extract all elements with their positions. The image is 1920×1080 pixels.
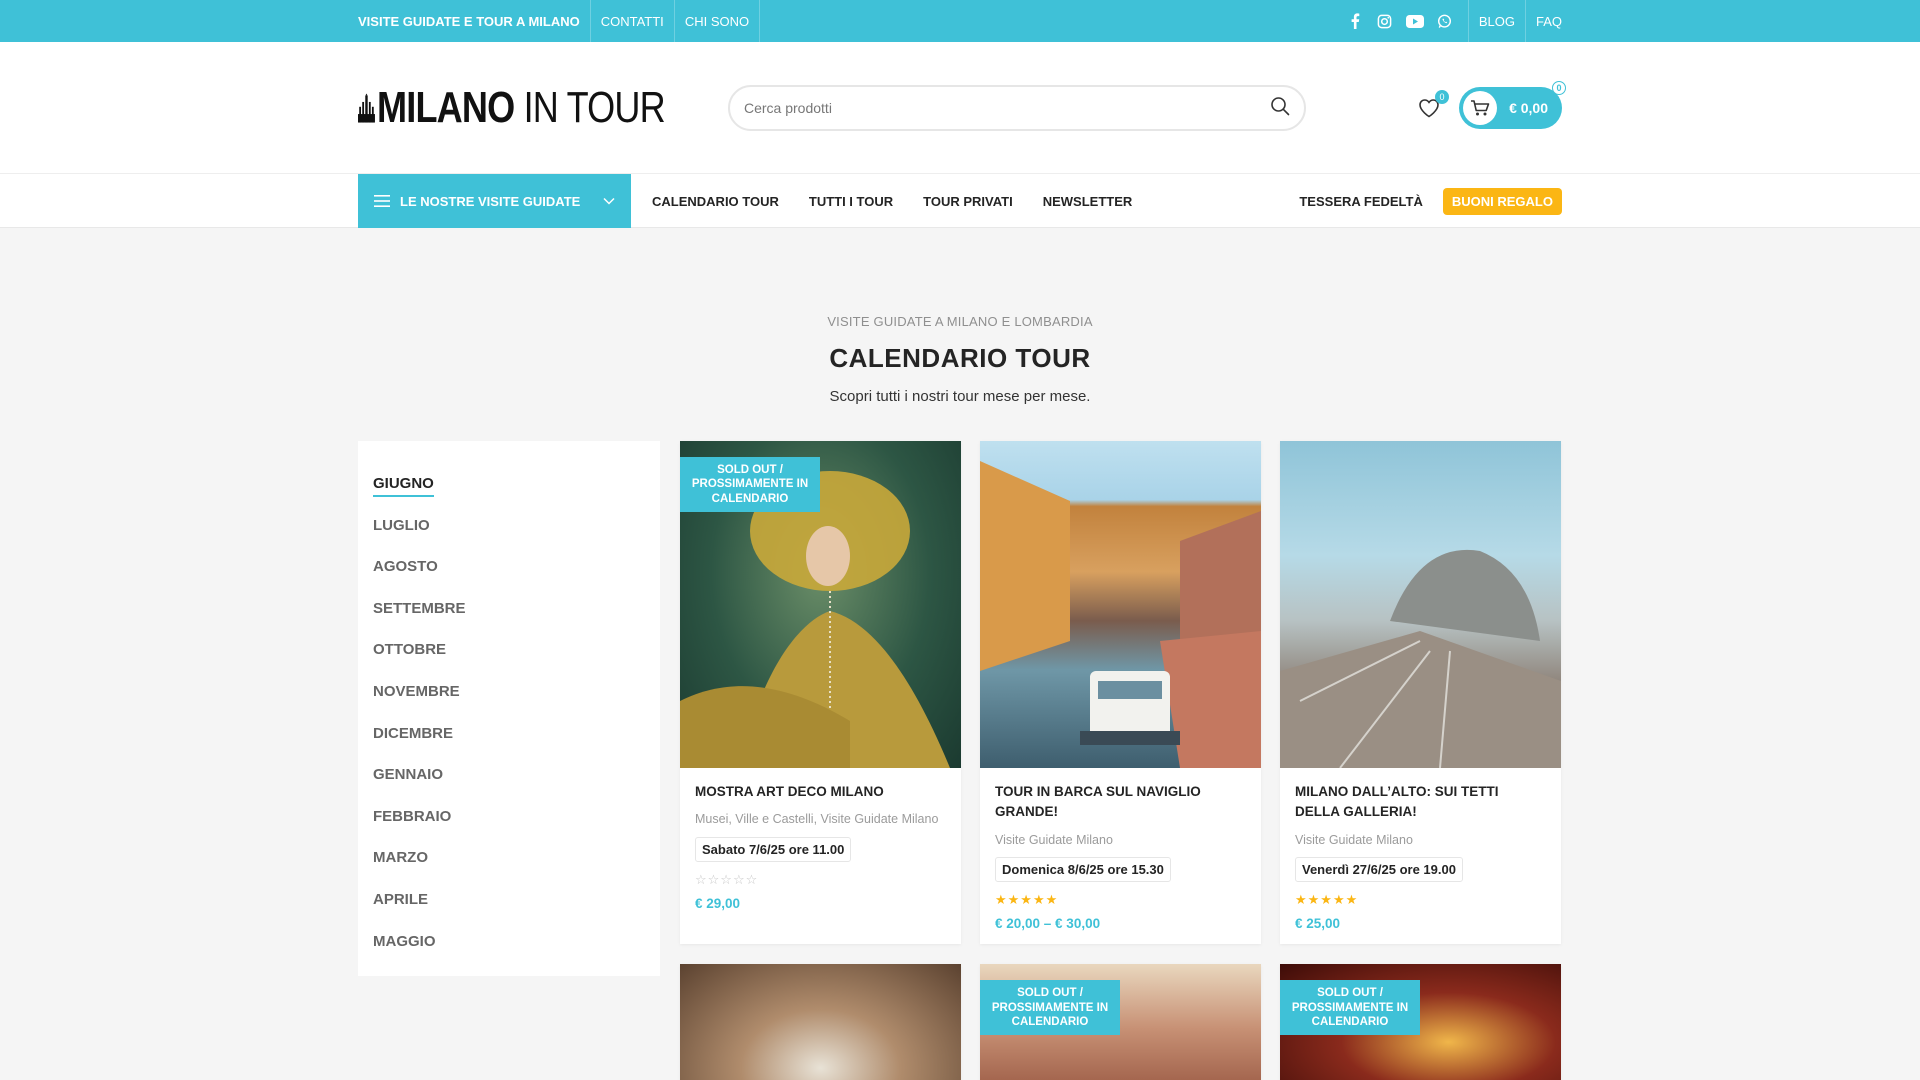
cart-button[interactable]: € 0,00 0 bbox=[1459, 81, 1566, 129]
product-card: TOUR IN BARCA SUL NAVIGLIO GRANDE! Visit… bbox=[980, 441, 1261, 945]
product-price: € 29,00 bbox=[695, 896, 741, 911]
product-title[interactable]: MILANO DALL’ALTO: SUI TETTI DELLA GALLER… bbox=[1295, 782, 1546, 823]
page-hero: VISITE GUIDATE A MILANO E LOMBARDIA CALE… bbox=[0, 228, 1920, 405]
month-link-marzo[interactable]: MARZO bbox=[373, 837, 645, 879]
product-image[interactable] bbox=[680, 964, 961, 1080]
search-box bbox=[728, 85, 1306, 131]
page-title: CALENDARIO TOUR bbox=[829, 343, 1091, 373]
rating-stars: ★★★★★ bbox=[1295, 892, 1359, 908]
product-title[interactable]: MOSTRA ART DECO MILANO bbox=[695, 782, 946, 802]
month-link-gennaio[interactable]: GENNAIO bbox=[373, 754, 645, 796]
cart-total: € 0,00 bbox=[1509, 100, 1548, 116]
site-header: MILANO IN TOUR 0 € 0,00 0 bbox=[0, 42, 1920, 174]
nav-link-tour-privati[interactable]: TOUR PRIVATI bbox=[908, 194, 1028, 209]
topbar-link-faq[interactable]: FAQ bbox=[1526, 0, 1562, 42]
topbar-link-blog[interactable]: BLOG bbox=[1469, 0, 1526, 42]
nav-link-calendario-tour[interactable]: CALENDARIO TOUR bbox=[637, 194, 794, 209]
month-link-luglio[interactable]: LUGLIO bbox=[373, 505, 645, 547]
duomo-logo-icon bbox=[358, 93, 375, 123]
product-image[interactable] bbox=[1280, 441, 1561, 768]
categories-dropdown-button[interactable]: LE NOSTRE VISITE GUIDATE bbox=[358, 174, 631, 228]
search-input[interactable] bbox=[744, 100, 1270, 116]
product-card: SOLD OUT / PROSSIMAMENTE IN CALENDARIO bbox=[1280, 964, 1561, 1080]
topbar-link-contatti[interactable]: CONTATTI bbox=[591, 0, 675, 42]
youtube-icon[interactable] bbox=[1405, 12, 1424, 30]
product-image[interactable]: SOLD OUT / PROSSIMAMENTE IN CALENDARIO bbox=[980, 964, 1261, 1080]
product-image[interactable]: SOLD OUT / PROSSIMAMENTE IN CALENDARIO bbox=[680, 441, 961, 768]
product-card: SOLD OUT / PROSSIMAMENTE IN CALENDARIO M… bbox=[680, 441, 961, 945]
facebook-icon[interactable] bbox=[1346, 12, 1364, 30]
month-link-dicembre[interactable]: DICEMBRE bbox=[373, 713, 645, 755]
top-bar: VISITE GUIDATE E TOUR A MILANO CONTATTI … bbox=[0, 0, 1920, 42]
site-logo[interactable]: MILANO IN TOUR bbox=[358, 83, 728, 133]
month-link-aprile[interactable]: APRILE bbox=[373, 879, 645, 921]
sold-out-badge: SOLD OUT / PROSSIMAMENTE IN CALENDARIO bbox=[1280, 980, 1420, 1036]
instagram-icon[interactable] bbox=[1376, 12, 1394, 30]
product-category[interactable]: Musei, Ville e Castelli, Visite Guidate … bbox=[695, 810, 946, 829]
month-link-febbraio[interactable]: FEBBRAIO bbox=[373, 796, 645, 838]
wishlist-button[interactable]: 0 bbox=[1415, 90, 1450, 122]
nav-link-tessera-fedelta[interactable]: TESSERA FEDELTÀ bbox=[1299, 194, 1423, 209]
galleria-rooftop-graphic bbox=[1280, 549, 1561, 768]
month-link-maggio[interactable]: MAGGIO bbox=[373, 921, 645, 963]
social-links bbox=[1346, 0, 1469, 42]
product-title[interactable]: TOUR IN BARCA SUL NAVIGLIO GRANDE! bbox=[995, 782, 1246, 823]
main-navigation: LE NOSTRE VISITE GUIDATE CALENDARIO TOUR… bbox=[0, 174, 1920, 228]
categories-label: LE NOSTRE VISITE GUIDATE bbox=[400, 193, 581, 209]
naviglio-canal-graphic bbox=[980, 461, 1261, 768]
product-image[interactable] bbox=[980, 441, 1261, 768]
wishlist-count-badge: 0 bbox=[1435, 90, 1450, 104]
product-date: Domenica 8/6/25 ore 15.30 bbox=[995, 857, 1171, 883]
product-date: Sabato 7/6/25 ore 11.00 bbox=[695, 837, 852, 862]
product-card: SOLD OUT / PROSSIMAMENTE IN CALENDARIO bbox=[980, 964, 1261, 1080]
topbar-link-tours[interactable]: VISITE GUIDATE E TOUR A MILANO bbox=[358, 0, 591, 42]
product-category[interactable]: Visite Guidate Milano bbox=[995, 831, 1246, 850]
cart-count-badge: 0 bbox=[1552, 81, 1566, 95]
sold-out-badge: SOLD OUT / PROSSIMAMENTE IN CALENDARIO bbox=[680, 457, 820, 513]
rating-stars: ☆☆☆☆☆ bbox=[695, 872, 759, 887]
product-card bbox=[680, 964, 961, 1080]
nav-link-newsletter[interactable]: NEWSLETTER bbox=[1028, 194, 1148, 209]
logo-text-light: IN TOUR bbox=[514, 83, 666, 132]
search-icon[interactable] bbox=[1270, 96, 1290, 121]
rating-stars: ★★★★★ bbox=[995, 892, 1059, 908]
sold-out-badge: SOLD OUT / PROSSIMAMENTE IN CALENDARIO bbox=[980, 980, 1120, 1036]
hamburger-icon bbox=[374, 195, 390, 207]
whatsapp-icon[interactable] bbox=[1436, 12, 1454, 30]
month-link-novembre[interactable]: NOVEMBRE bbox=[373, 671, 645, 713]
month-link-agosto[interactable]: AGOSTO bbox=[373, 546, 645, 588]
month-link-ottobre[interactable]: OTTOBRE bbox=[373, 629, 645, 671]
logo-text-bold: MILANO bbox=[376, 83, 515, 132]
page-description: Scopri tutti i nostri tour mese per mese… bbox=[829, 388, 1091, 405]
chevron-down-icon bbox=[603, 197, 615, 205]
gift-card-button[interactable]: BUONI REGALO bbox=[1442, 187, 1562, 215]
nav-link-tutti-i-tour[interactable]: TUTTI I TOUR bbox=[794, 194, 908, 209]
page-subtitle: VISITE GUIDATE A MILANO E LOMBARDIA bbox=[827, 314, 1093, 329]
product-price: € 20,00 – € 30,00 bbox=[995, 916, 1101, 932]
month-link-settembre[interactable]: SETTEMBRE bbox=[373, 588, 645, 630]
topbar-link-chi-sono[interactable]: CHI SONO bbox=[675, 0, 761, 42]
product-price: € 25,00 bbox=[1295, 916, 1341, 932]
month-filter-list: GIUGNO LUGLIO AGOSTO SETTEMBRE OTTOBRE N… bbox=[358, 441, 660, 977]
product-category[interactable]: Visite Guidate Milano bbox=[1295, 831, 1546, 850]
month-link-giugno[interactable]: GIUGNO bbox=[373, 463, 645, 505]
product-card: MILANO DALL’ALTO: SUI TETTI DELLA GALLER… bbox=[1280, 441, 1561, 945]
product-grid: SOLD OUT / PROSSIMAMENTE IN CALENDARIO M… bbox=[680, 441, 1561, 1080]
product-date: Venerdì 27/6/25 ore 19.00 bbox=[1295, 857, 1463, 883]
product-image[interactable]: SOLD OUT / PROSSIMAMENTE IN CALENDARIO bbox=[1280, 964, 1561, 1080]
cart-icon bbox=[1463, 91, 1498, 125]
